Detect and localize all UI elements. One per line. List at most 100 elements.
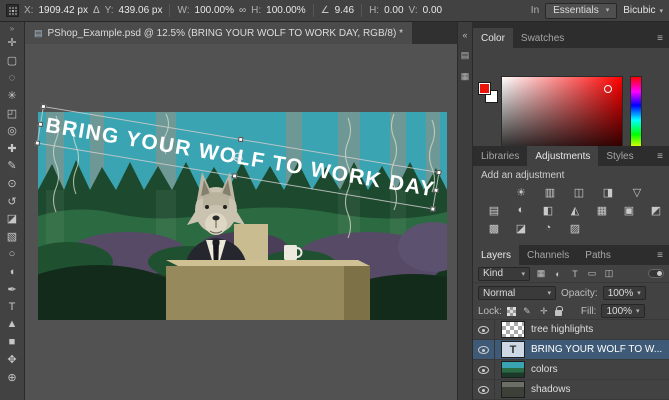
height-field[interactable]: 100.00% <box>266 5 305 16</box>
hand-tool[interactable]: ✥ <box>2 351 23 369</box>
dodge-tool[interactable]: ◖ <box>2 263 23 281</box>
eye-icon[interactable] <box>478 366 489 374</box>
tab-paths[interactable]: Paths <box>577 245 619 265</box>
type-tool[interactable]: T <box>2 298 23 316</box>
hue-saturation-icon[interactable]: ▤ <box>486 203 502 217</box>
panel-menu-icon[interactable]: ≡ <box>651 146 669 166</box>
interpolation-dropdown[interactable]: Bicubic ▾ <box>623 5 663 16</box>
skew-h-field[interactable]: 0.00 <box>384 5 403 16</box>
transform-handle-middle-left[interactable] <box>38 121 44 127</box>
rectangle-tool[interactable]: ■ <box>2 333 23 351</box>
transform-handle-bottom-right[interactable] <box>430 206 436 212</box>
tab-styles[interactable]: Styles <box>598 146 641 166</box>
layer-thumbnail[interactable] <box>501 321 525 338</box>
blend-mode-dropdown[interactable]: Normal ▾ <box>478 286 556 300</box>
layer-row-shadows[interactable]: shadows <box>473 380 669 400</box>
selective-color-icon[interactable]: ◔ <box>540 221 556 235</box>
panel-menu-icon[interactable]: ≡ <box>651 245 669 265</box>
filter-pixel-layers-icon[interactable]: ▦ <box>535 268 547 279</box>
curves-icon[interactable]: ◫ <box>571 185 587 199</box>
collapsed-panel-icon-1[interactable]: ▤ <box>461 50 470 61</box>
transform-handle-bottom-left[interactable] <box>34 140 40 146</box>
rectangular-marquee-tool[interactable]: ▢ <box>2 52 23 70</box>
layer-thumbnail[interactable] <box>501 381 525 398</box>
relative-positioning-icon[interactable]: Δ <box>93 5 100 16</box>
rotation-field[interactable]: 9.46 <box>335 5 354 16</box>
color-picker-circle[interactable] <box>604 85 612 93</box>
color-lookup-icon[interactable]: ▣ <box>621 203 637 217</box>
fill-dropdown[interactable]: 100% ▾ <box>601 304 644 318</box>
eyedropper-tool[interactable]: ◎ <box>2 122 23 140</box>
expand-panels-icon[interactable]: « <box>462 30 467 40</box>
levels-icon[interactable]: ▥ <box>542 185 558 199</box>
tab-layers[interactable]: Layers <box>473 245 519 265</box>
black-white-icon[interactable]: ◧ <box>540 203 556 217</box>
zoom-tool[interactable]: ⊕ <box>2 368 23 386</box>
workspace-switcher[interactable]: Essentials ▾ <box>545 3 617 19</box>
collapsed-panel-icon-2[interactable]: ▦ <box>461 71 470 82</box>
transform-handle-top-right[interactable] <box>436 170 442 176</box>
opacity-dropdown[interactable]: 100% ▾ <box>603 286 646 300</box>
layer-row-text-layer[interactable]: T BRING YOUR WOLF TO W... <box>473 340 669 360</box>
eye-icon[interactable] <box>478 346 489 354</box>
eye-icon[interactable] <box>478 326 489 334</box>
transform-handle-middle-right[interactable] <box>433 187 439 193</box>
tools-collapse-icon[interactable]: » <box>10 23 14 34</box>
reference-point-locator[interactable] <box>6 4 19 17</box>
maintain-aspect-ratio-icon[interactable]: ∞ <box>239 5 246 16</box>
path-selection-tool[interactable]: ▲ <box>2 316 23 334</box>
brush-tool[interactable]: ✎ <box>2 157 23 175</box>
clone-stamp-tool[interactable]: ⊙ <box>2 175 23 193</box>
layer-visibility-cell[interactable] <box>473 320 495 339</box>
tab-libraries[interactable]: Libraries <box>473 146 527 166</box>
posterize-icon[interactable]: ▩ <box>486 221 502 235</box>
exposure-icon[interactable]: ◨ <box>600 185 616 199</box>
move-tool[interactable]: ✛ <box>2 34 23 52</box>
x-position-field[interactable]: 1909.42 px <box>38 5 88 16</box>
filter-smart-objects-icon[interactable]: ◫ <box>603 268 615 279</box>
canvas-area[interactable]: BRING YOUR WOLF TO WORK DAY <box>25 44 457 400</box>
lock-all-icon[interactable] <box>555 310 562 316</box>
history-brush-tool[interactable]: ↺ <box>2 192 23 210</box>
color-balance-icon[interactable]: ◐ <box>513 203 529 217</box>
vibrance-icon[interactable]: ▽ <box>629 185 645 199</box>
lock-transparency-icon[interactable] <box>507 307 516 316</box>
y-position-field[interactable]: 439.06 px <box>119 5 163 16</box>
blur-tool[interactable]: ○ <box>2 245 23 263</box>
eraser-tool[interactable]: ◪ <box>2 210 23 228</box>
layer-filter-kind-dropdown[interactable]: Kind ▾ <box>478 267 530 281</box>
eye-icon[interactable] <box>478 386 489 394</box>
filter-shape-layers-icon[interactable]: ▭ <box>586 268 598 279</box>
transform-handle-top-middle[interactable] <box>238 137 244 143</box>
quick-selection-tool[interactable]: ✳ <box>2 87 23 105</box>
threshold-icon[interactable]: ◪ <box>513 221 529 235</box>
skew-v-field[interactable]: 0.00 <box>423 5 442 16</box>
gradient-tool[interactable]: ▧ <box>2 228 23 246</box>
photo-filter-icon[interactable]: ◭ <box>567 203 583 217</box>
layer-row-tree-highlights[interactable]: tree highlights <box>473 320 669 340</box>
lock-pixels-icon[interactable]: ✎ <box>521 306 533 317</box>
pen-tool[interactable]: ✒ <box>2 280 23 298</box>
transform-handle-top-left[interactable] <box>41 104 47 110</box>
tab-swatches[interactable]: Swatches <box>513 28 572 48</box>
tab-adjustments[interactable]: Adjustments <box>527 146 598 166</box>
width-field[interactable]: 100.00% <box>195 5 234 16</box>
layer-thumbnail-text[interactable]: T <box>501 341 525 358</box>
invert-icon[interactable]: ◩ <box>648 203 664 217</box>
healing-brush-tool[interactable]: ✚ <box>2 140 23 158</box>
layer-filtering-toggle[interactable] <box>648 269 664 278</box>
gradient-map-icon[interactable]: ▨ <box>567 221 583 235</box>
crop-tool[interactable]: ◰ <box>2 104 23 122</box>
brightness-contrast-icon[interactable]: ☀ <box>513 185 529 199</box>
filter-adjustment-layers-icon[interactable]: ◐ <box>552 269 564 279</box>
filter-type-layers-icon[interactable]: T <box>569 269 581 279</box>
foreground-color-swatch[interactable] <box>478 82 491 95</box>
document-tab[interactable]: ▤ PShop_Example.psd @ 12.5% (BRING YOUR … <box>25 22 412 44</box>
transform-handle-bottom-middle[interactable] <box>232 173 238 179</box>
layer-visibility-cell[interactable] <box>473 340 495 359</box>
tab-channels[interactable]: Channels <box>519 245 577 265</box>
lock-position-icon[interactable]: ✛ <box>538 306 550 317</box>
channel-mixer-icon[interactable]: ▦ <box>594 203 610 217</box>
lasso-tool[interactable]: ◌ <box>2 69 23 87</box>
layer-row-colors[interactable]: colors <box>473 360 669 380</box>
